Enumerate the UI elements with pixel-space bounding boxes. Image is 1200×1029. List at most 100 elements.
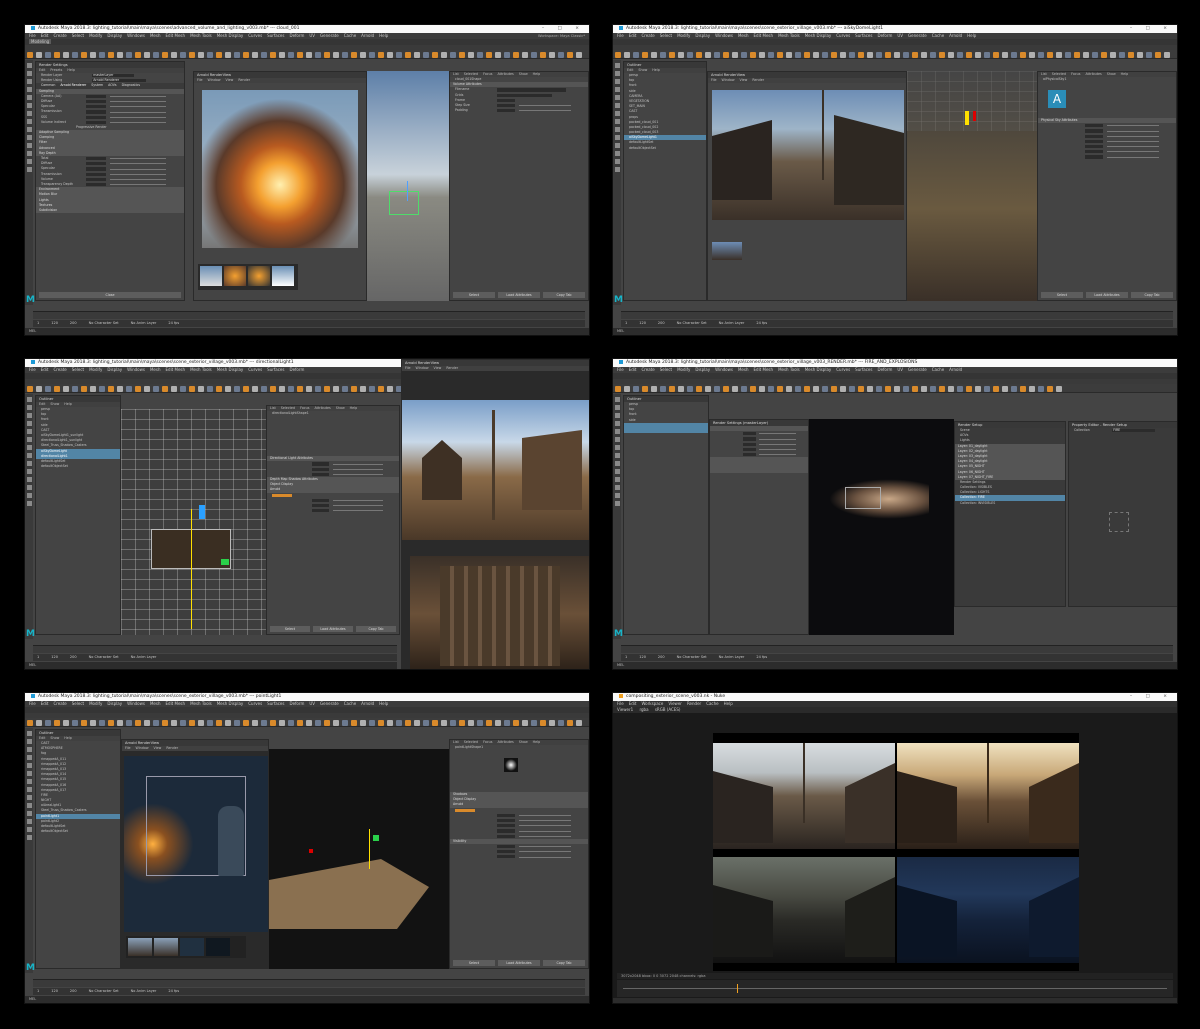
ae-node-tab[interactable]: aiPhysicalSky1 (1038, 77, 1176, 82)
time-slider[interactable] (33, 979, 585, 987)
attribute-editor: List Selected Focus Attributes Show Help clou… (449, 71, 589, 301)
shelf[interactable] (613, 50, 1177, 59)
colorspace-selector[interactable]: sRGB (ACES) (655, 707, 681, 712)
menu-select[interactable]: Select (72, 33, 84, 38)
select-button[interactable]: Select (1041, 292, 1083, 298)
menu-mesh[interactable]: Mesh (150, 33, 161, 38)
range-slider[interactable]: 1 120 200 No Character Set No Anim Layer 24 f… (33, 988, 585, 995)
tool-box[interactable] (25, 728, 33, 973)
ae-slider[interactable] (1038, 154, 1176, 159)
viewer-tab[interactable]: Viewer1 (617, 707, 633, 712)
menu-create[interactable]: Create (53, 33, 66, 38)
menu-file[interactable]: File (29, 33, 36, 38)
time-slider[interactable] (33, 645, 397, 653)
menu-modify[interactable]: Modify (89, 33, 102, 38)
viewport-3d[interactable] (907, 71, 1037, 301)
outliner-item[interactable]: defaultObjectSet (36, 829, 120, 834)
menu-help[interactable]: Help (379, 33, 388, 38)
range-slider[interactable]: 1 120 200 No Character Set No Anim Layer 24 f… (621, 654, 1173, 661)
load-attributes-button[interactable]: Load Attributes (498, 292, 540, 298)
viewer-toolbar[interactable]: Viewer1 rgba sRGB (ACES) (613, 707, 1177, 713)
menu-uv[interactable]: UV (309, 33, 315, 38)
command-line[interactable]: MEL (613, 328, 1177, 335)
menu-generate[interactable]: Generate (320, 33, 339, 38)
menu-mesh-tools[interactable]: Mesh Tools (190, 33, 212, 38)
menu-cache[interactable]: Cache (344, 33, 356, 38)
menu-edit-mesh[interactable]: Edit Mesh (166, 33, 186, 38)
window-title: Autodesk Maya 2018.3: lighting_tutorial\… (626, 26, 884, 31)
menu-mesh-display[interactable]: Mesh Display (217, 33, 244, 38)
range-slider[interactable]: 1 120 200 No Character Set No Anim Layer 24 f… (33, 320, 585, 327)
menu-windows[interactable]: Windows (127, 33, 145, 38)
snapshot-strip[interactable] (198, 264, 298, 290)
snapshot-strip[interactable] (126, 936, 246, 958)
maya-app-icon (31, 25, 35, 30)
menu-surfaces[interactable]: Surfaces (267, 33, 284, 38)
viewport-3d[interactable] (269, 749, 449, 969)
collection-item[interactable]: Collection: INVISIBLES (955, 501, 1065, 506)
maya-logo: M (26, 629, 35, 639)
select-button[interactable]: Select (453, 960, 495, 966)
window-controls[interactable]: – □ × (542, 25, 585, 33)
load-attributes-button[interactable]: Load Attributes (1086, 292, 1128, 298)
attribute-editor: List Selected Focus Attributes Show Help aiPh… (1037, 71, 1177, 301)
command-line[interactable]: MEL (25, 662, 397, 669)
viewport-3d[interactable] (367, 71, 449, 301)
section-subdivision[interactable]: Subdivision (36, 207, 184, 214)
menu-arnold[interactable]: Arnold (361, 33, 374, 38)
tool-box[interactable] (613, 394, 621, 639)
menu-deform[interactable]: Deform (289, 33, 304, 38)
shelf[interactable] (613, 384, 1177, 393)
copy-tab-button[interactable]: Copy Tab (356, 626, 396, 632)
copy-tab-button[interactable]: Copy Tab (1131, 292, 1173, 298)
outliner: Outliner persp top front side (623, 395, 709, 635)
menu-curves[interactable]: Curves (248, 33, 262, 38)
arnold-renderview-window: Arnold RenderView File Window View Render (121, 739, 269, 969)
range-slider[interactable]: 1 120 200 No Character Set No Anim Layer (33, 654, 397, 661)
load-attributes-button[interactable]: Load Attributes (498, 960, 540, 966)
copy-tab-button[interactable]: Copy Tab (543, 960, 585, 966)
menu-edit[interactable]: Edit (41, 33, 49, 38)
load-attributes-button[interactable]: Load Attributes (313, 626, 353, 632)
copy-tab-button[interactable]: Copy Tab (543, 292, 585, 298)
tool-box[interactable] (613, 60, 621, 305)
maya-app-icon (31, 693, 35, 698)
outliner-item[interactable]: defaultObjectSet (624, 146, 706, 151)
window-controls[interactable]: – □ × (1130, 693, 1173, 701)
frame-slider[interactable] (617, 980, 1173, 997)
command-line[interactable]: MEL (25, 328, 589, 335)
arnold-logo-icon: A (1048, 90, 1066, 108)
viewer-canvas[interactable] (713, 733, 1079, 971)
window-controls[interactable]: – □ × (1130, 25, 1173, 33)
time-slider[interactable] (621, 645, 1173, 653)
mode-selector[interactable]: Modeling (29, 39, 52, 44)
ae-slider[interactable] (450, 854, 588, 859)
tool-box[interactable] (25, 60, 33, 305)
shelf[interactable] (25, 50, 589, 59)
outliner-item[interactable]: defaultObjectSet (36, 464, 120, 469)
channels-selector[interactable]: rgba (639, 707, 648, 712)
ae-padding[interactable]: Padding (450, 108, 588, 113)
command-line[interactable]: MEL (25, 996, 589, 1003)
outliner-item-selected[interactable] (624, 427, 708, 434)
close-button[interactable]: Close (39, 292, 181, 298)
ae-node-tab[interactable]: pointLightShape1 (450, 745, 588, 750)
ae-node-tab[interactable]: directionalLightShape1 (267, 411, 399, 416)
window-title: Autodesk Maya 2018.3: lighting_tutorial\… (626, 360, 918, 365)
shelf[interactable] (25, 718, 589, 727)
command-line[interactable]: MEL (613, 662, 1177, 669)
window-title-bar: Autodesk Maya 2018.3: lighting_tutorial\… (25, 25, 589, 33)
time-slider[interactable] (621, 311, 1173, 319)
viewport-3d[interactable] (121, 409, 266, 635)
tool-box[interactable] (25, 394, 33, 639)
range-slider[interactable]: 1 120 200 No Character Set No Anim Layer 24 f… (621, 320, 1173, 327)
time-slider[interactable] (33, 311, 585, 319)
select-button[interactable]: Select (453, 292, 495, 298)
renderview-menu[interactable]: File Window View Render (194, 78, 366, 83)
snapshot-thumb[interactable] (712, 242, 742, 260)
rs-section[interactable] (710, 467, 808, 473)
select-button[interactable]: Select (270, 626, 310, 632)
menu-display[interactable]: Display (107, 33, 122, 38)
drop-target[interactable] (1109, 512, 1129, 532)
ae-slider[interactable] (267, 508, 399, 513)
